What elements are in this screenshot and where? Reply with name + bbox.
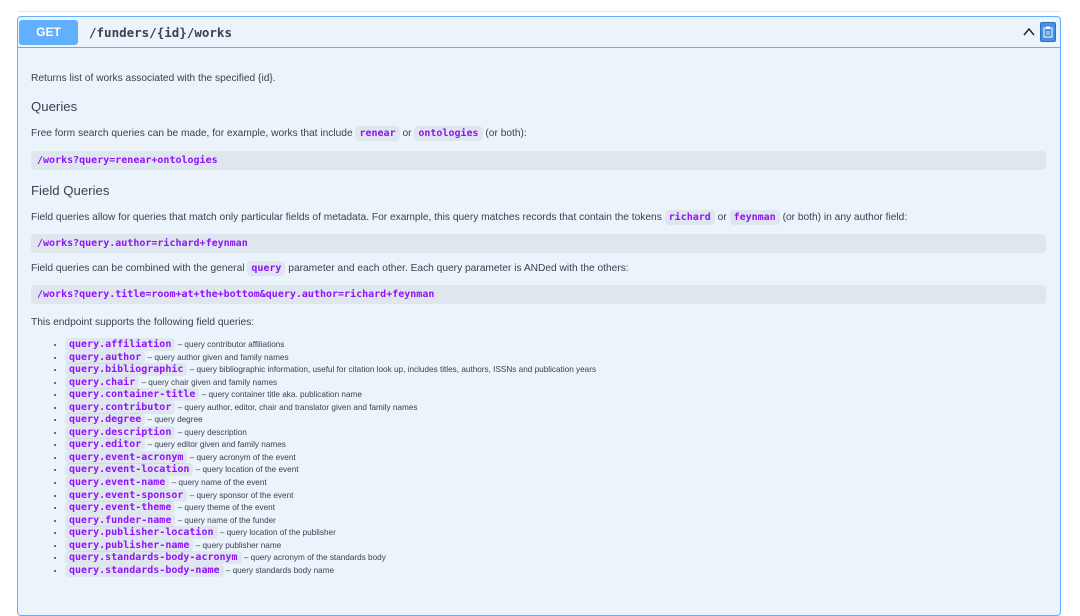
field-query-desc: – query bibliographic information, usefu… xyxy=(189,365,597,375)
supports-text: This endpoint supports the following fie… xyxy=(31,317,255,328)
field-query-item: query.publisher-location – query locatio… xyxy=(65,526,1046,540)
field-queries-paragraph: Field queries allow for queries that mat… xyxy=(31,210,1046,225)
field-query-desc: – query theme of the event xyxy=(177,503,275,513)
field-queries-heading: Field Queries xyxy=(31,183,110,198)
field-query-item: query.container-title – query container … xyxy=(65,388,1046,402)
code-term: ontologies xyxy=(414,126,483,141)
field-query-desc: – query name of the funder xyxy=(177,515,276,525)
field-query-name: query.event-theme xyxy=(65,501,176,515)
field-query-name: query.publisher-name xyxy=(65,538,194,552)
example-code: /works?query.title=room+at+the+bottom&qu… xyxy=(31,285,1046,304)
combine-text: parameter and each other. Each query par… xyxy=(288,263,629,274)
field-query-name: query.standards-body-acronym xyxy=(65,551,242,565)
endpoint-description: Returns list of works associated with th… xyxy=(31,60,1046,577)
field-query-item: query.chair – query chair given and fami… xyxy=(65,375,1046,390)
field-query-desc: – query contributor affiliations xyxy=(177,340,285,349)
field-query-item: query.standards-body-acronym – query acr… xyxy=(65,551,1046,565)
field-query-name: query.standards-body-name xyxy=(65,563,224,577)
field-query-name: query.event-location xyxy=(65,463,194,477)
field-query-desc: – query container title aka. publication… xyxy=(201,390,362,400)
field-query-desc: – query location of the publisher xyxy=(219,528,336,538)
divider xyxy=(18,11,1061,12)
field-query-item: query.event-location – query location of… xyxy=(65,463,1046,477)
field-query-desc: – query author, editor, chair and transl… xyxy=(177,402,418,412)
field-query-name: query.event-name xyxy=(65,476,170,490)
field-query-desc: – query name of the event xyxy=(171,478,267,488)
chevron-up-icon[interactable] xyxy=(1022,25,1036,39)
field-query-item: query.editor – query editor given and fa… xyxy=(65,438,1046,452)
field-query-desc: – query author given and family names xyxy=(147,352,289,362)
intro-text: Returns list of works associated with th… xyxy=(31,73,276,84)
field-query-item: query.event-theme – query theme of the e… xyxy=(65,501,1046,515)
field-query-name: query.publisher-location xyxy=(65,526,218,540)
field-queries-text: Field queries allow for queries that mat… xyxy=(31,212,662,223)
copy-icon xyxy=(1043,26,1053,38)
endpoint-path: /funders/{id}/works xyxy=(89,24,232,40)
field-query-item: query.affiliation – query contributor af… xyxy=(65,338,1046,352)
or-text: or xyxy=(717,212,727,223)
field-query-name: query.editor xyxy=(65,438,146,452)
field-query-desc: – query editor given and family names xyxy=(147,440,286,450)
field-query-item: query.event-acronym – query acronym of t… xyxy=(65,450,1046,465)
field-query-item: query.description – query description xyxy=(65,425,1046,440)
method-badge: GET xyxy=(19,19,78,45)
field-query-name: query.event-sponsor xyxy=(65,488,188,502)
field-query-name: query.funder-name xyxy=(65,513,176,527)
field-query-name: query.event-acronym xyxy=(65,450,188,464)
example-code: /works?query=renear+ontologies xyxy=(31,151,1046,170)
field-query-list: query.affiliation – query contributor af… xyxy=(31,338,1046,578)
field-query-name: query.description xyxy=(65,425,176,439)
field-query-item: query.author – query author given and fa… xyxy=(65,350,1046,365)
field-query-desc: – query acronym of the standards body xyxy=(243,553,386,563)
field-query-desc: – query chair given and family names xyxy=(141,377,278,387)
field-query-name: query.container-title xyxy=(65,388,200,402)
field-query-name: query.bibliographic xyxy=(65,363,188,377)
example-code: /works?query.author=richard+feynman xyxy=(31,234,1046,253)
field-query-name: query.author xyxy=(65,350,146,364)
field-query-item: query.event-sponsor – query sponsor of t… xyxy=(65,488,1046,503)
field-queries-text: (or both) in any author field: xyxy=(782,212,908,223)
field-query-desc: – query description xyxy=(177,427,247,437)
field-query-item: query.event-name – query name of the eve… xyxy=(65,476,1046,490)
field-query-item: query.degree – query degree xyxy=(65,413,1046,427)
field-query-desc: – query location of the event xyxy=(195,465,299,475)
endpoint-summary[interactable]: GET /funders/{id}/works xyxy=(18,17,1060,48)
code-term: renear xyxy=(355,126,400,141)
endpoint-block: GET /funders/{id}/works Returns list of … xyxy=(17,16,1061,616)
field-query-desc: – query publisher name xyxy=(195,540,282,550)
field-query-name: query.affiliation xyxy=(65,338,176,351)
field-query-item: query.standards-body-name – query standa… xyxy=(65,563,1046,578)
queries-heading: Queries xyxy=(31,99,78,114)
field-query-name: query.chair xyxy=(65,375,140,389)
combine-text: Field queries can be combined with the g… xyxy=(31,263,245,274)
code-term: query xyxy=(247,261,286,276)
queries-paragraph: Free form search queries can be made, fo… xyxy=(31,126,1046,141)
field-query-item: query.contributor – query author, editor… xyxy=(65,400,1046,415)
field-query-desc: – query sponsor of the event xyxy=(189,490,294,500)
queries-text: Free form search queries can be made, fo… xyxy=(31,128,353,139)
combine-paragraph: Field queries can be combined with the g… xyxy=(31,261,1046,276)
queries-text: (or both): xyxy=(485,128,527,139)
code-term: richard xyxy=(664,210,715,225)
field-query-name: query.contributor xyxy=(65,400,176,414)
code-term: feynman xyxy=(729,210,780,225)
field-query-desc: – query standards body name xyxy=(225,565,335,575)
or-text: or xyxy=(402,128,412,139)
field-query-desc: – query acronym of the event xyxy=(189,452,296,462)
field-query-name: query.degree xyxy=(65,413,146,427)
copy-button[interactable] xyxy=(1040,22,1056,42)
field-query-desc: – query degree xyxy=(147,415,203,425)
field-query-item: query.bibliographic – query bibliographi… xyxy=(65,363,1046,377)
